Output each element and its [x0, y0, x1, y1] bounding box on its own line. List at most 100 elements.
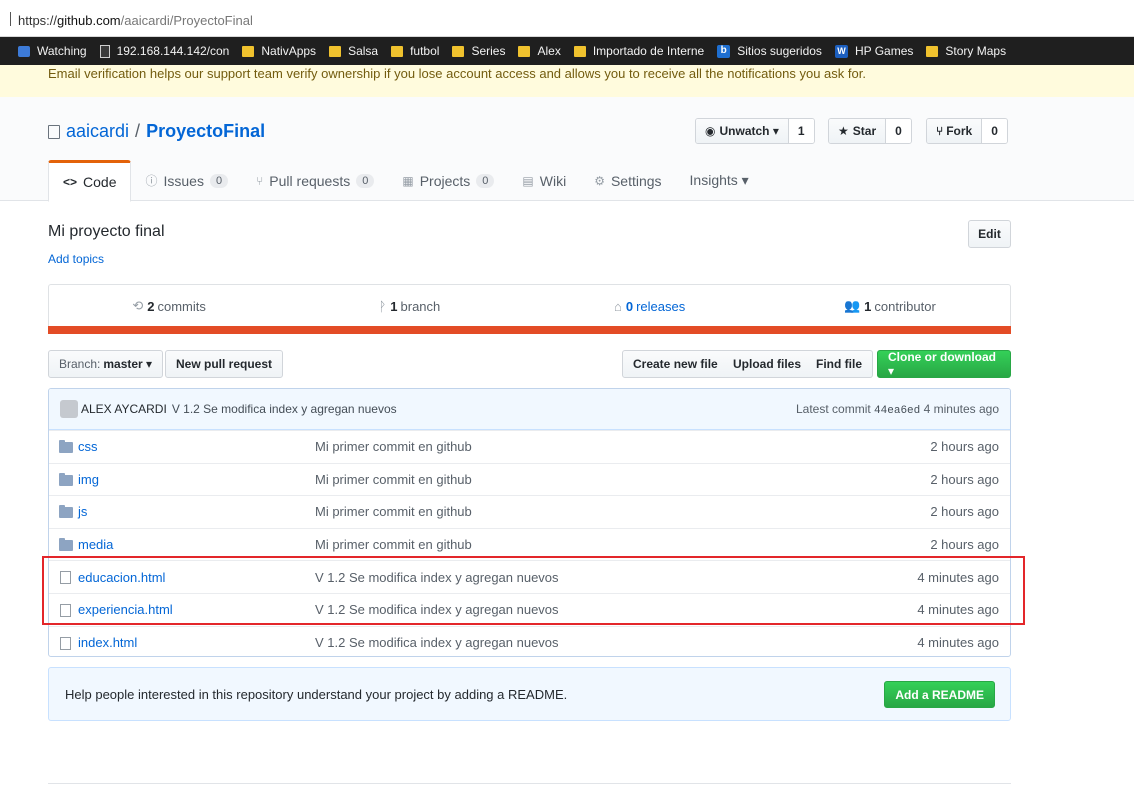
tab-settings[interactable]: ⚙ Settings: [580, 160, 675, 201]
text-cursor: [10, 12, 11, 26]
repo-title: aaicardi / ProyectoFinal: [48, 121, 265, 142]
bookmark-label: Watching: [37, 44, 87, 58]
bookmark-hpgames[interactable]: W HP Games: [834, 44, 914, 58]
tab-label: Insights ▾: [689, 172, 749, 188]
eye-icon: ◉: [705, 124, 716, 138]
file-name-link[interactable]: css: [78, 439, 98, 454]
tab-issues[interactable]: ⓘ Issues 0: [131, 160, 242, 201]
new-pull-request-button[interactable]: New pull request: [165, 350, 284, 378]
commit-age: 4 minutes ago: [923, 401, 999, 416]
issue-icon: ⓘ: [145, 174, 158, 188]
repo-owner-link[interactable]: aaicardi: [66, 121, 129, 142]
file-commit-message[interactable]: Mi primer commit en github: [315, 537, 472, 552]
bookmark-series[interactable]: Series: [452, 44, 505, 58]
table-row: img Mi primer commit en github 2 hours a…: [49, 462, 1010, 496]
commit-sha[interactable]: 44ea6ed: [874, 405, 920, 417]
contributors-link[interactable]: 👥 1 contributor: [770, 285, 1010, 327]
bookmark-watching[interactable]: Watching: [18, 44, 87, 58]
forks-count[interactable]: 0: [982, 119, 1007, 143]
bookmark-importado[interactable]: Importado de Interne: [573, 44, 704, 58]
people-icon: 👥: [843, 298, 861, 313]
file-name-link[interactable]: index.html: [78, 635, 137, 650]
file-name-link[interactable]: js: [78, 504, 87, 519]
fork-button[interactable]: ⑂ Fork: [927, 119, 983, 143]
bookmark-sitios[interactable]: b Sitios sugeridos: [717, 44, 822, 58]
bookmark-salsa[interactable]: Salsa: [329, 44, 378, 58]
watchers-count[interactable]: 1: [788, 119, 814, 143]
tab-projects[interactable]: ▦ Projects 0: [388, 160, 508, 201]
fork-label: Fork: [946, 124, 973, 138]
contributors-label: contributor: [874, 298, 936, 314]
url-text[interactable]: https://github.com/aaicardi/ProyectoFina…: [18, 13, 253, 28]
clone-download-button[interactable]: Clone or download ▾: [877, 350, 1011, 378]
tab-pull-requests[interactable]: ⑂ Pull requests 0: [242, 160, 388, 201]
file-navigation: Branch: master ▾ New pull request Create …: [48, 350, 1011, 378]
hp-icon: W: [834, 44, 848, 58]
star-button[interactable]: ★ Star: [829, 119, 887, 143]
commit-message[interactable]: V 1.2 Se modifica index y agregan nuevos: [172, 402, 397, 416]
create-new-file-button[interactable]: Create new file: [622, 350, 729, 378]
commits-label: commits: [157, 298, 206, 314]
file-commit-message[interactable]: Mi primer commit en github: [315, 504, 472, 519]
tab-insights[interactable]: Insights ▾: [676, 160, 763, 201]
bookmark-label: Alex: [537, 44, 561, 58]
issues-counter: 0: [209, 173, 229, 188]
star-label: Star: [852, 124, 877, 138]
tab-label: Wiki: [539, 172, 567, 189]
bookmark-label: Sitios sugeridos: [737, 44, 822, 58]
branches-link[interactable]: ᚹ 1 branch: [289, 285, 529, 327]
upload-files-button[interactable]: Upload files: [723, 350, 813, 378]
footer-divider: [48, 783, 1011, 784]
tab-label: Issues: [163, 172, 204, 189]
bookmark-storymaps[interactable]: Story Maps: [926, 44, 1006, 58]
stars-count[interactable]: 0: [886, 119, 911, 143]
repo-name-link[interactable]: ProyectoFinal: [146, 121, 265, 142]
bookmark-ip[interactable]: 192.168.144.142/con: [99, 44, 229, 58]
commit-author[interactable]: ALEX AYCARDI: [81, 402, 167, 416]
address-bar[interactable]: https://github.com/aaicardi/ProyectoFina…: [0, 0, 1134, 37]
folder-icon: [329, 45, 342, 57]
readme-prompt: Help people interested in this repositor…: [48, 667, 1011, 721]
file-name-link[interactable]: media: [78, 537, 113, 552]
bookmark-label: futbol: [410, 44, 440, 58]
folder-icon: [391, 45, 404, 57]
file-name-link[interactable]: img: [78, 472, 99, 487]
file-commit-message[interactable]: Mi primer commit en github: [315, 472, 472, 487]
tab-code[interactable]: <> Code: [48, 160, 132, 202]
path-separator: /: [135, 121, 141, 141]
branch-select-button[interactable]: Branch: master ▾: [48, 350, 164, 378]
unwatch-button[interactable]: ◉ Unwatch ▾: [696, 119, 789, 143]
highlight-annotation: [42, 556, 1025, 625]
folder-icon: [59, 440, 73, 453]
releases-link[interactable]: ⌂ 0 releases: [530, 285, 770, 327]
star-group: ★ Star 0: [828, 118, 912, 144]
folder-icon: [926, 45, 939, 57]
tab-label: Pull requests: [269, 172, 351, 189]
url-scheme: https://: [18, 13, 58, 28]
bookmark-futbol[interactable]: futbol: [391, 44, 439, 58]
file-age: 2 hours ago: [930, 471, 999, 487]
contributors-count: 1: [864, 298, 872, 314]
table-row: css Mi primer commit en github 2 hours a…: [49, 430, 1010, 463]
page-icon: [99, 44, 110, 58]
branch-count: 1: [390, 298, 398, 314]
add-topics-link[interactable]: Add topics: [48, 252, 104, 266]
releases-count: 0: [625, 298, 634, 314]
file-age: 2 hours ago: [930, 504, 999, 520]
bookmark-label: HP Games: [854, 44, 914, 58]
add-readme-button[interactable]: Add a README: [884, 681, 995, 708]
fork-group: ⑂ Fork 0: [926, 118, 1008, 144]
file-commit-message[interactable]: Mi primer commit en github: [315, 439, 472, 454]
edit-description-button[interactable]: Edit: [968, 220, 1011, 248]
avatar[interactable]: [60, 400, 78, 418]
star-icon: ★: [838, 124, 849, 138]
bookmark-label: Salsa: [348, 44, 379, 58]
commits-link[interactable]: ⟲ 2 commits: [49, 285, 289, 327]
language-bar[interactable]: [48, 326, 1011, 334]
history-icon: ⟲: [132, 298, 144, 313]
file-commit-message[interactable]: V 1.2 Se modifica index y agregan nuevos: [315, 635, 559, 650]
tab-wiki[interactable]: ▤ Wiki: [508, 160, 580, 201]
bookmark-nativapps[interactable]: NativApps: [242, 44, 316, 58]
bookmark-alex[interactable]: Alex: [518, 44, 561, 58]
find-file-button[interactable]: Find file: [806, 350, 873, 378]
